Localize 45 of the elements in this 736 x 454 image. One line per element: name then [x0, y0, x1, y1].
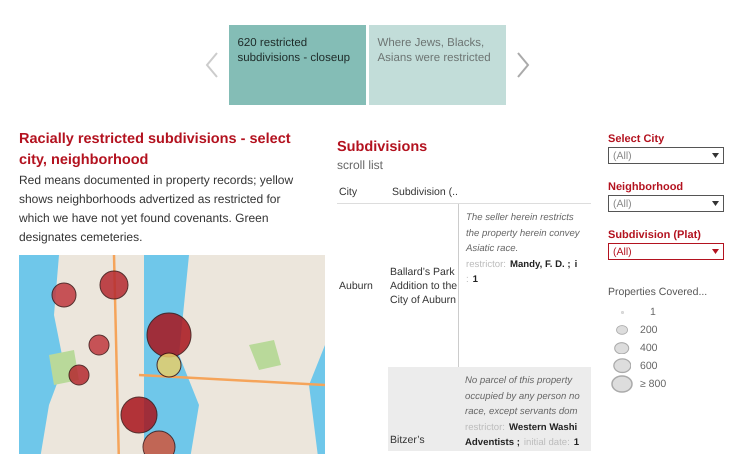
filter-label: Subdivision (Plat): [608, 229, 702, 241]
covenant-text: occupied by any person no: [465, 390, 581, 404]
filter-dropdown[interactable]: (All): [608, 147, 724, 164]
filter-dropdown[interactable]: (All): [608, 195, 724, 212]
filter-label: Select City: [608, 133, 666, 145]
covenant-text: race, except servants dom: [465, 405, 579, 419]
field-value: Western Washi: [508, 420, 578, 434]
story-point-tab[interactable]: 620 restricted subdivisions - closeup: [228, 25, 366, 105]
story-point-tab[interactable]: Where Jews, Blacks, Asians were restricted: [368, 25, 506, 105]
subdivision-cell-text: Ballard’s Park Addition to the City of Auburn: [389, 264, 458, 308]
field-value: Mandy, F. D. ;: [510, 258, 571, 272]
size-circle-icon: [611, 375, 633, 393]
city-cell: Auburn: [339, 278, 373, 292]
covenant-text: No parcel of this property: [465, 374, 574, 388]
field-value: i: [574, 258, 578, 272]
subdivisions-subtitle: scroll list: [337, 158, 384, 172]
legend-label: ≥ 800: [640, 378, 666, 390]
field-label: restrictor:: [466, 258, 506, 272]
size-circle-icon: [612, 358, 632, 374]
subdivision-cell: Bitzer’s: [388, 367, 458, 451]
map-description: Red means documented in property records; yellow shows neighborhoods advertized as restricted for which we have not yet found covenants. Green designates cemeteries.: [19, 172, 294, 246]
covenant-text: The seller herein restricts: [466, 211, 575, 225]
column-header: City: [339, 186, 358, 198]
field-label: :: [466, 273, 469, 287]
field-value: 1: [574, 436, 580, 450]
legend-label: 400: [640, 342, 658, 354]
covenant-text: Asiatic race.: [466, 242, 520, 256]
field-value: 1: [472, 273, 478, 287]
size-circle-icon: [620, 310, 624, 314]
legend-title: Properties Covered...: [608, 286, 708, 298]
map-title: Racially restricted subdivisions - select city, neighborhood: [19, 130, 292, 170]
caret-icon: [712, 153, 719, 158]
legend-label: 200: [640, 324, 658, 336]
size-circle-icon: [616, 325, 628, 335]
filter-dropdown[interactable]: (All): [608, 243, 724, 260]
caret-icon: [712, 249, 719, 254]
caret-icon: [712, 201, 719, 206]
filter-label: Neighborhood: [608, 181, 684, 193]
size-circle-icon: [614, 342, 630, 354]
legend-label: 1: [650, 306, 656, 318]
subdivisions-title: Subdivisions: [337, 138, 428, 157]
covenant-text: the property herein convey: [466, 226, 581, 240]
legend-label: 600: [640, 360, 658, 372]
column-header: Subdivision (..: [392, 186, 458, 198]
field-value: Adventists ;: [465, 436, 520, 450]
